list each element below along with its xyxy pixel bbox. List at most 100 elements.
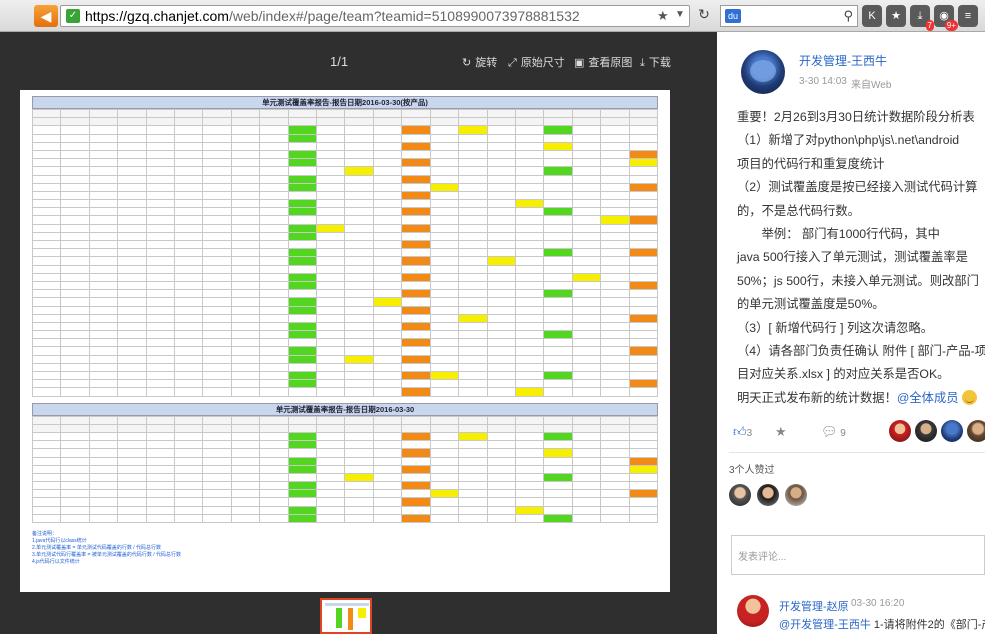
table-cell bbox=[287, 330, 318, 340]
note-line: 备注说明： bbox=[32, 531, 58, 537]
post-author[interactable]: 开发管理-王西牛 bbox=[799, 52, 887, 69]
search-engine-icon[interactable]: du bbox=[725, 9, 741, 23]
table-cell bbox=[458, 313, 488, 323]
table-cell bbox=[571, 346, 602, 356]
table-cell bbox=[316, 354, 346, 364]
addon-k-icon[interactable]: K bbox=[862, 5, 882, 27]
view-original-button[interactable]: ▣ 查看原图 bbox=[574, 54, 632, 70]
table-cell bbox=[543, 289, 573, 299]
bookmarks-icon[interactable]: ★ bbox=[886, 5, 906, 27]
author-avatar[interactable] bbox=[741, 50, 785, 94]
table-cell bbox=[31, 305, 62, 315]
table-cell bbox=[174, 158, 204, 168]
table-cell bbox=[287, 456, 318, 466]
table-cell bbox=[514, 440, 545, 450]
url-dropdown-icon[interactable]: ▼ bbox=[675, 9, 685, 20]
address-bar[interactable]: ✓ https://gzq.chanjet.com/web/index#/pag… bbox=[60, 5, 690, 27]
table-cell bbox=[458, 223, 488, 233]
original-size-button[interactable]: ⤢ 原始尺寸 bbox=[508, 54, 565, 70]
comment-body: 1-请将附件2的《部门-产 bbox=[870, 619, 985, 631]
table-cell bbox=[316, 338, 346, 348]
table-cell bbox=[174, 505, 204, 515]
table-cell bbox=[287, 346, 318, 356]
mention-all-link[interactable]: @全体成员 bbox=[897, 391, 959, 405]
table-cell bbox=[372, 158, 403, 168]
table-row bbox=[31, 223, 659, 233]
table-cell bbox=[145, 117, 176, 127]
table-cell bbox=[259, 272, 289, 282]
table-cell bbox=[316, 346, 346, 356]
table-cell bbox=[514, 472, 545, 483]
table-cell bbox=[145, 149, 176, 160]
menu-icon[interactable]: ≡ bbox=[958, 5, 978, 27]
table-cell bbox=[486, 117, 516, 127]
table-cell bbox=[514, 370, 545, 381]
table-cell bbox=[401, 141, 431, 151]
back-button[interactable]: ◀ bbox=[34, 5, 58, 27]
table-cell bbox=[600, 431, 630, 442]
table-cell bbox=[230, 489, 261, 499]
liker-avatar[interactable] bbox=[729, 484, 751, 506]
table-cell bbox=[514, 190, 545, 201]
table-cell bbox=[230, 379, 261, 389]
table-cell bbox=[259, 362, 289, 373]
comment-input[interactable]: 发表评论... bbox=[731, 535, 985, 575]
table-cell bbox=[401, 354, 431, 364]
table-cell bbox=[145, 321, 176, 332]
table-cell bbox=[401, 158, 431, 168]
table-cell bbox=[628, 297, 659, 307]
comment-author[interactable]: 开发管理-赵原 bbox=[779, 598, 849, 614]
mention-link[interactable]: @开发管理-王西牛 bbox=[779, 619, 871, 631]
table-cell bbox=[458, 354, 488, 364]
favorite-button[interactable]: ★ bbox=[775, 424, 787, 440]
game-icon[interactable]: ◉ 9+ bbox=[934, 5, 958, 31]
table-row bbox=[31, 174, 659, 184]
table-cell bbox=[344, 379, 374, 389]
bookmark-star-icon[interactable]: ★ bbox=[657, 8, 669, 24]
downloads-icon[interactable]: ⤓ 7 bbox=[910, 5, 934, 31]
table-cell bbox=[372, 448, 403, 458]
download-button[interactable]: ⤓ 下载 bbox=[640, 54, 671, 70]
table-cell bbox=[287, 481, 318, 491]
table-cell bbox=[458, 379, 488, 389]
search-box[interactable]: du ⚲ bbox=[720, 5, 858, 27]
table-cell bbox=[88, 456, 119, 466]
table-cell bbox=[543, 166, 573, 176]
table-cell bbox=[458, 248, 488, 258]
liker-avatar[interactable] bbox=[757, 484, 779, 506]
table-cell bbox=[145, 370, 176, 381]
table-cell bbox=[145, 330, 176, 340]
table-cell bbox=[117, 117, 147, 127]
table-cell bbox=[230, 141, 261, 151]
table-cell bbox=[174, 346, 204, 356]
table-cell bbox=[60, 456, 90, 466]
table-cell bbox=[31, 280, 62, 291]
table-cell bbox=[401, 305, 431, 315]
comment-button[interactable]: 💬︎ 9 bbox=[821, 424, 846, 440]
like-button[interactable]: 👍︎3 bbox=[733, 424, 752, 440]
rotate-button[interactable]: ↻ 旋转 bbox=[462, 54, 497, 70]
table-cell bbox=[458, 239, 488, 250]
table-cell bbox=[287, 190, 318, 201]
table-cell bbox=[344, 108, 374, 119]
url-text[interactable]: https://gzq.chanjet.com/web/index#/page/… bbox=[85, 8, 580, 24]
table-cell bbox=[514, 379, 545, 389]
participant-avatar[interactable] bbox=[889, 420, 911, 442]
table-cell bbox=[401, 149, 431, 160]
liker-avatar[interactable] bbox=[785, 484, 807, 506]
reload-icon[interactable]: ↻ bbox=[694, 6, 714, 26]
search-icon[interactable]: ⚲ bbox=[843, 8, 853, 24]
page-thumbnail[interactable] bbox=[320, 598, 372, 634]
table-cell bbox=[458, 456, 488, 466]
table-cell bbox=[259, 505, 289, 515]
table-cell bbox=[117, 415, 147, 425]
participant-avatar[interactable] bbox=[915, 420, 937, 442]
participant-avatar[interactable] bbox=[967, 420, 985, 442]
participant-avatar[interactable] bbox=[941, 420, 963, 442]
commenter-avatar[interactable] bbox=[737, 595, 769, 627]
table-cell bbox=[543, 379, 573, 389]
table-cell bbox=[514, 456, 545, 466]
table-cell bbox=[514, 149, 545, 160]
table-row bbox=[31, 370, 659, 381]
table-cell bbox=[600, 313, 630, 323]
